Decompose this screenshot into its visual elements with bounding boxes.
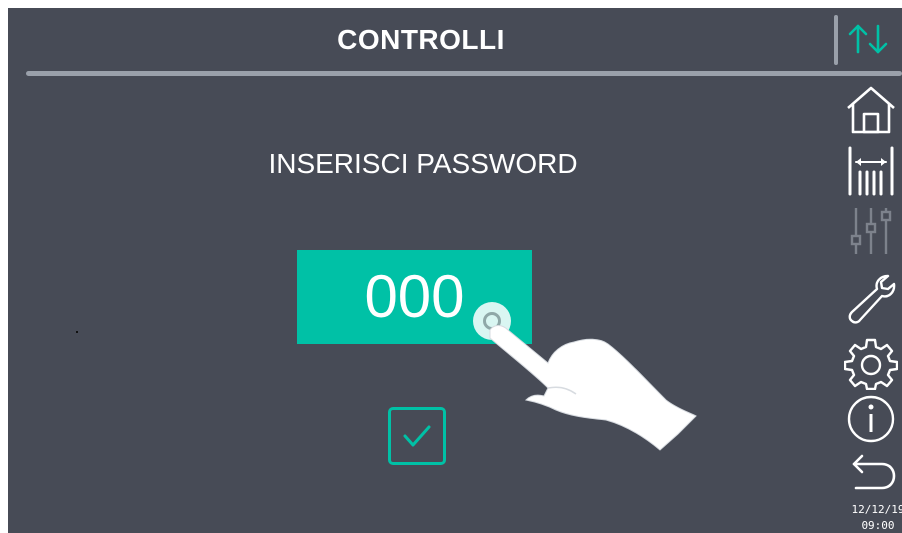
screen-speck bbox=[76, 331, 78, 333]
info-icon[interactable] bbox=[844, 392, 898, 446]
header: CONTROLLI bbox=[8, 8, 834, 72]
page-title: CONTROLLI bbox=[337, 24, 505, 55]
confirm-button[interactable] bbox=[388, 407, 446, 465]
control-screen: CONTROLLI INSERISCI PASSWORD 000 12/12/1… bbox=[8, 8, 902, 533]
password-prompt: INSERISCI PASSWORD bbox=[268, 148, 578, 179]
gear-icon[interactable] bbox=[844, 336, 898, 390]
time-text: 09:00 bbox=[861, 519, 895, 532]
date-time: 12/12/19 09:00 bbox=[848, 502, 902, 533]
home-icon[interactable] bbox=[844, 84, 898, 138]
header-separator bbox=[834, 15, 838, 65]
levels-icon[interactable] bbox=[844, 144, 898, 198]
header-divider bbox=[26, 71, 902, 76]
back-icon[interactable] bbox=[844, 448, 898, 502]
date-text: 12/12/19 bbox=[851, 503, 902, 516]
sliders-icon bbox=[850, 208, 892, 254]
wrench-icon[interactable] bbox=[844, 272, 898, 326]
up-down-arrows-icon[interactable] bbox=[844, 22, 892, 56]
pointing-hand-icon bbox=[489, 325, 697, 451]
checkmark-icon bbox=[403, 425, 431, 447]
